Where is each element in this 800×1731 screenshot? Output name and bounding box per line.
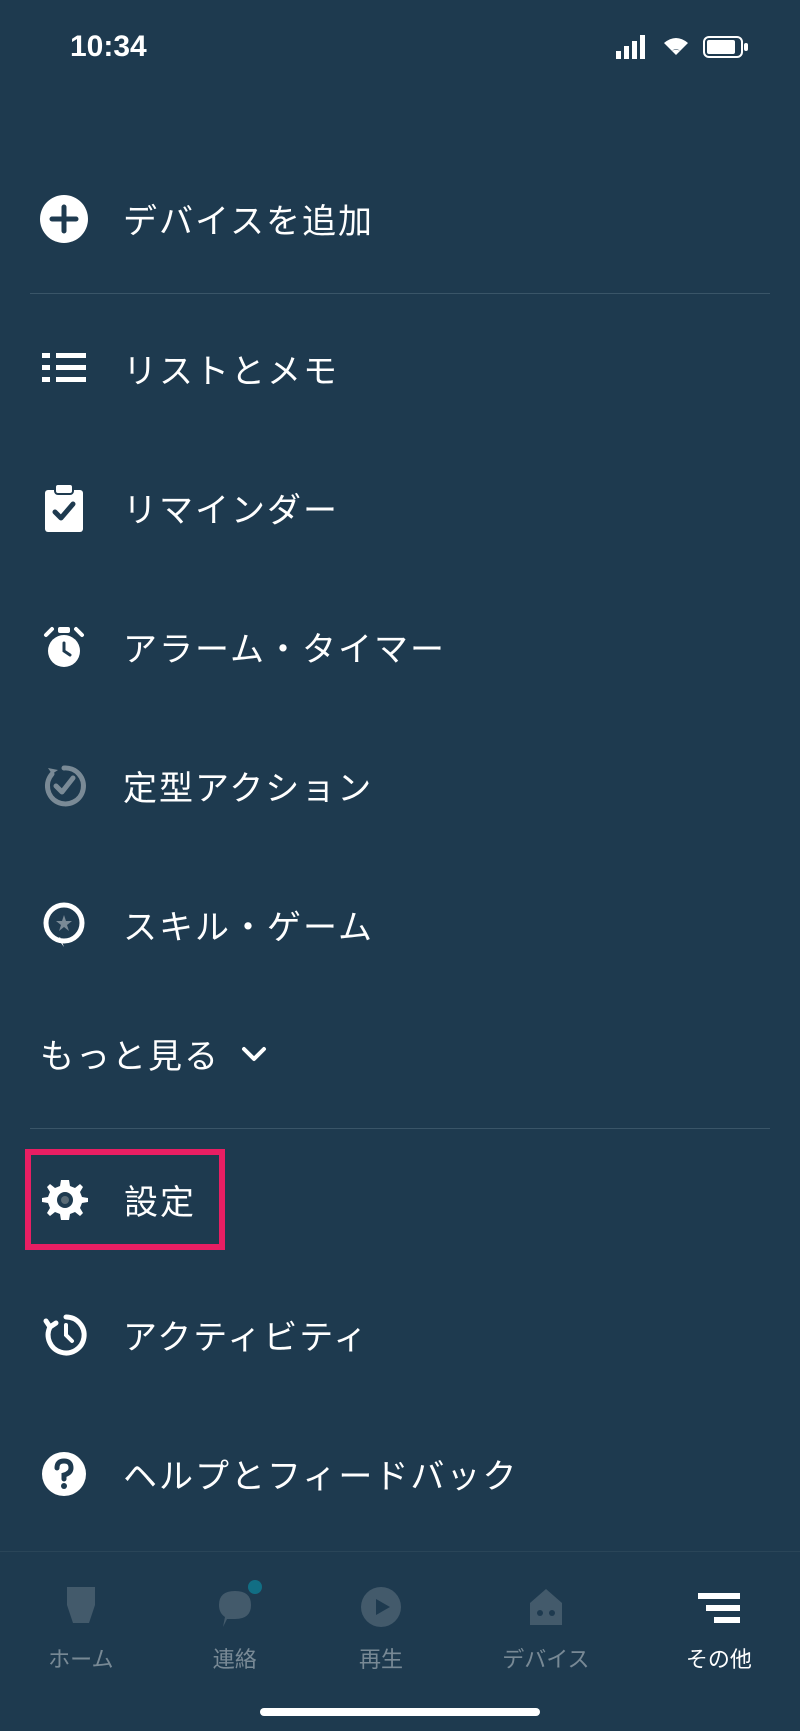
home-indicator[interactable] [260,1708,540,1716]
menu-item-lists-notes[interactable]: リストとメモ [30,314,770,423]
menu-label-add-device: デバイスを追加 [123,194,374,243]
status-bar: 10:34 [0,0,800,74]
tab-communicate[interactable]: 連絡 [210,1582,260,1674]
status-icons [616,35,750,59]
menu-icon [694,1582,744,1632]
menu-item-add-device[interactable]: デバイスを追加 [30,164,770,273]
menu-item-skills-games[interactable]: スキル・ゲーム [30,870,770,979]
list-icon [40,345,88,393]
tab-play[interactable]: 再生 [356,1582,406,1674]
tab-label-home: ホーム [48,1642,113,1674]
chevron-down-icon [240,1045,268,1063]
tab-label-devices: デバイス [502,1642,589,1674]
menu-label-reminders: リマインダー [123,483,339,532]
wifi-icon [660,35,692,59]
alarm-icon [40,623,88,671]
devices-icon [521,1582,571,1632]
home-icon [56,1582,106,1632]
tab-label-communicate: 連絡 [213,1642,257,1674]
menu-item-reminders[interactable]: リマインダー [30,453,770,562]
play-icon [356,1582,406,1632]
question-icon [40,1450,88,1498]
menu-label-skills-games: スキル・ゲーム [123,900,374,949]
menu-item-activity[interactable]: アクティビティ [30,1280,770,1389]
menu-label-activity: アクティビティ [123,1310,369,1359]
menu-item-help-feedback[interactable]: ヘルプとフィードバック [30,1419,770,1528]
content-area: デバイスを追加 リストとメモ リマインダー アラーム・タイマー 定型アクション [0,74,800,1528]
menu-label-help-feedback: ヘルプとフィードバック [123,1449,518,1498]
clipboard-check-icon [40,484,88,532]
tab-label-more: その他 [686,1642,752,1674]
signal-icon [616,35,650,59]
status-time: 10:34 [70,30,147,64]
battery-icon [702,35,750,59]
plus-icon [40,195,88,243]
tab-bar: ホーム 連絡 再生 デバイス その他 [0,1551,800,1731]
tab-more[interactable]: その他 [686,1582,752,1674]
menu-label-settings: 設定 [124,1175,196,1224]
history-icon [40,1311,88,1359]
star-bubble-icon [40,901,88,949]
menu-item-alarms-timers[interactable]: アラーム・タイマー [30,592,770,701]
routine-icon [40,762,88,810]
gear-icon [41,1176,89,1224]
divider [30,293,770,294]
menu-label-alarms-timers: アラーム・タイマー [123,622,446,671]
show-more[interactable]: もっと見る [30,1009,770,1108]
tab-home[interactable]: ホーム [48,1582,113,1674]
tab-devices[interactable]: デバイス [502,1582,589,1674]
menu-item-routines[interactable]: 定型アクション [30,731,770,840]
menu-item-settings[interactable]: 設定 [25,1149,225,1250]
show-more-label: もっと見る [40,1029,220,1078]
menu-label-lists-notes: リストとメモ [123,344,339,393]
notification-dot [248,1580,262,1594]
tab-label-play: 再生 [359,1642,403,1674]
menu-label-routines: 定型アクション [123,761,373,810]
divider [30,1128,770,1129]
